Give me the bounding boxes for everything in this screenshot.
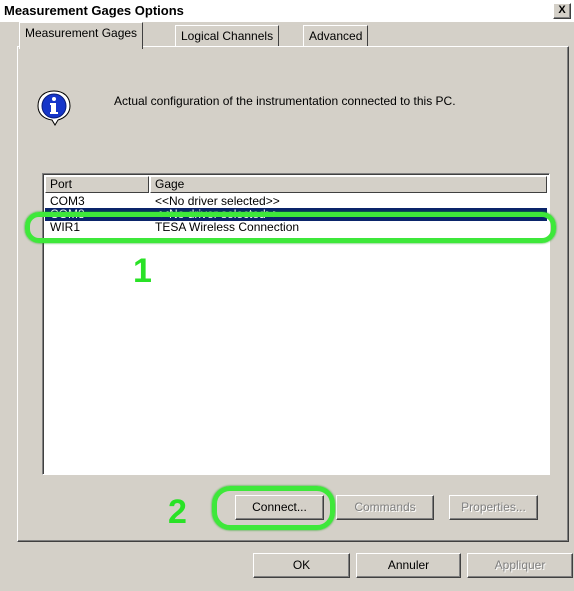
info-icon — [35, 88, 73, 126]
tab-measurement-gages[interactable]: Measurement Gages — [19, 22, 144, 51]
annotation-step-1: 1 — [133, 252, 152, 290]
tab-advanced[interactable]: Advanced — [303, 25, 369, 46]
info-description: Actual configuration of the instrumentat… — [114, 94, 456, 108]
highlight-ring-com8 — [25, 212, 556, 243]
commands-button: Commands — [336, 495, 434, 520]
close-button[interactable]: X — [553, 3, 571, 19]
window-title: Measurement Gages Options — [4, 3, 184, 18]
ok-button[interactable]: OK — [253, 553, 350, 578]
tab-logical-channels[interactable]: Logical Channels — [175, 25, 280, 46]
annotation-step-2: 2 — [168, 493, 187, 531]
column-header-port[interactable]: Port — [45, 176, 149, 193]
column-header-gage[interactable]: Gage — [150, 176, 547, 193]
cancel-button[interactable]: Annuler — [356, 553, 461, 578]
list-header: Port Gage — [45, 176, 547, 193]
title-bar: Measurement Gages Options X — [0, 0, 574, 22]
table-row[interactable]: COM3 <<No driver selected>> — [45, 195, 547, 208]
highlight-ring-connect — [212, 486, 335, 530]
properties-button: Properties... — [449, 495, 538, 520]
apply-button: Appliquer — [467, 553, 573, 578]
